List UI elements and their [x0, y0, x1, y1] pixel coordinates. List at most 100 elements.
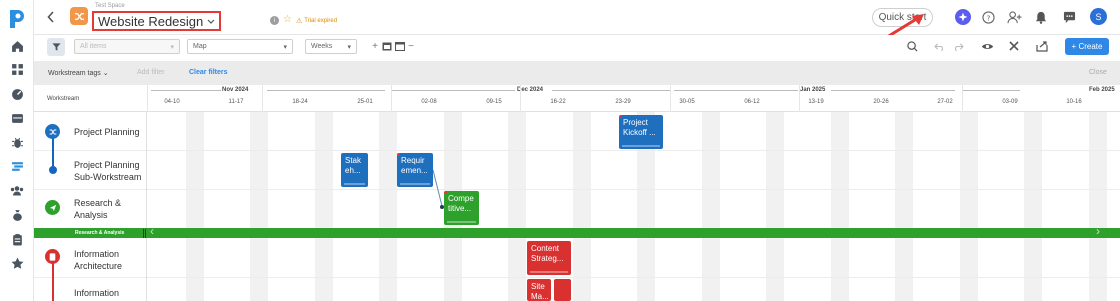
- week-label: 16-22: [550, 99, 566, 105]
- resize-handle-icon[interactable]: [143, 229, 146, 238]
- gauge-icon[interactable]: [9, 86, 25, 102]
- chevron-down-icon: [207, 12, 215, 30]
- star-icon[interactable]: [9, 255, 25, 271]
- filter-bar: Workstream tags ⌄ Add filter Clear filte…: [34, 61, 1120, 85]
- favorite-star-icon[interactable]: ☆: [283, 14, 292, 25]
- workstream-band: [34, 228, 1120, 238]
- view-select-value: Map: [193, 43, 207, 50]
- workstream-row-label[interactable]: Project Planning: [74, 126, 140, 138]
- chevron-down-icon: ▾: [170, 43, 174, 51]
- scroll-right-chevron-icon[interactable]: ›: [1096, 224, 1100, 238]
- user-avatar[interactable]: S: [1090, 8, 1107, 25]
- app-root: Test Space Website Redesign i ☆ ⚠ Trial e…: [0, 0, 1120, 301]
- create-button[interactable]: + Create: [1065, 38, 1109, 55]
- roadmap-icon[interactable]: [9, 158, 25, 174]
- view-select[interactable]: Map ▾: [187, 39, 293, 54]
- filter-toggle-button[interactable]: [47, 38, 65, 56]
- week-label: 03-09: [1002, 99, 1018, 105]
- add-filter-button[interactable]: Add filter: [137, 69, 165, 76]
- trial-status-text: Trial expired: [304, 18, 338, 24]
- workstream-tags-label: Workstream tags: [48, 70, 101, 77]
- items-select-value: All items: [80, 43, 107, 50]
- week-label: 25-01: [357, 99, 373, 105]
- task-card-label: Content Strateg...: [531, 244, 564, 263]
- clear-filters-button[interactable]: Clear filters: [189, 69, 228, 76]
- close-filter-bar-button[interactable]: Close: [1089, 69, 1107, 76]
- redo-icon[interactable]: [951, 39, 965, 53]
- workstream-tags-filter[interactable]: Workstream tags ⌄: [48, 69, 109, 77]
- zoom-out-icon[interactable]: −: [404, 39, 418, 53]
- warning-icon: ⚠: [296, 18, 303, 25]
- task-card[interactable]: Content Strateg...: [527, 241, 571, 275]
- visibility-eye-icon[interactable]: [980, 39, 994, 53]
- week-label: 18-24: [292, 99, 308, 105]
- week-label: 04-10: [164, 99, 180, 105]
- task-card-label: Stak eh...: [345, 156, 362, 175]
- week-label: 23-29: [615, 99, 631, 105]
- task-card-label: Requir emen...: [401, 156, 428, 175]
- task-card[interactable]: Stak eh...: [341, 153, 368, 187]
- dashboard-icon[interactable]: [9, 61, 25, 77]
- scale-select-value: Weeks: [311, 43, 333, 50]
- task-card[interactable]: Project Kickoff ...: [619, 115, 663, 149]
- week-label: 10-16: [1066, 99, 1082, 105]
- back-arrow-icon[interactable]: [44, 9, 58, 25]
- home-icon[interactable]: [9, 38, 25, 54]
- week-label: 27-02: [937, 99, 953, 105]
- help-icon[interactable]: ?: [980, 9, 996, 25]
- task-card[interactable]: Compe titive...: [444, 191, 479, 225]
- scroll-left-chevron-icon[interactable]: ‹: [150, 224, 154, 238]
- budget-icon[interactable]: [9, 207, 25, 223]
- week-label: 02-08: [421, 99, 437, 105]
- project-planning-node-icon: [45, 124, 60, 139]
- app-logo-icon[interactable]: [7, 8, 27, 30]
- clipboard-icon[interactable]: [9, 231, 25, 247]
- ai-assistant-icon[interactable]: [955, 9, 971, 25]
- project-title-selector[interactable]: Website Redesign: [92, 11, 222, 31]
- svg-text:?: ?: [986, 13, 990, 22]
- tools-icon[interactable]: [1007, 39, 1021, 53]
- workstream-row-label[interactable]: Project Planning Sub-Workstream: [74, 159, 146, 183]
- task-card-label: Compe titive...: [448, 194, 474, 213]
- chevron-down-icon: ⌄: [102, 70, 109, 77]
- undo-icon[interactable]: [932, 39, 946, 53]
- task-card[interactable]: Requir emen...: [397, 153, 433, 187]
- left-nav-rail: [0, 0, 34, 301]
- bug-icon[interactable]: [9, 134, 25, 150]
- notifications-bell-icon[interactable]: [1033, 9, 1049, 25]
- task-card-label: Site Ma...: [531, 282, 549, 301]
- week-label: 06-12: [744, 99, 760, 105]
- top-header: Test Space Website Redesign i ☆ ⚠ Trial e…: [34, 0, 1120, 35]
- timeline-header: Workstream Nov 2024 Dec 2024 Jan 2025 Fe…: [34, 85, 1120, 112]
- month-label: Nov 2024: [222, 87, 249, 93]
- task-card[interactable]: [554, 279, 571, 301]
- workstream-row-label[interactable]: Information Architecture: [74, 248, 142, 272]
- chevron-down-icon: ▾: [347, 43, 351, 51]
- send-plane-icon: [45, 200, 60, 215]
- search-icon[interactable]: [905, 39, 919, 53]
- today-calendar-icon[interactable]: [380, 39, 394, 53]
- month-label: Jan 2025: [800, 87, 826, 93]
- month-label: Feb 2025: [1089, 87, 1115, 93]
- share-export-icon[interactable]: [1035, 39, 1049, 53]
- workstream-row-label[interactable]: Information Architecture Sub-: [74, 287, 146, 301]
- workstream-row-label[interactable]: Research & Analysis: [74, 197, 134, 221]
- info-icon[interactable]: i: [270, 16, 279, 25]
- inbox-icon[interactable]: [9, 110, 25, 126]
- week-label: 13-19: [808, 99, 824, 105]
- task-card-label: Project Kickoff ...: [623, 118, 656, 137]
- view-toolbar: All items ▾ Map ▾ Weeks ▾ + − + Create: [34, 35, 1120, 59]
- items-select[interactable]: All items ▾: [74, 39, 180, 54]
- trial-status[interactable]: ⚠ Trial expired: [296, 17, 337, 25]
- scale-select[interactable]: Weeks ▾: [305, 39, 357, 54]
- week-label: 30-05: [679, 99, 695, 105]
- workstream-column-header: Workstream: [47, 96, 80, 102]
- task-card[interactable]: Site Ma...: [527, 279, 551, 301]
- add-user-icon[interactable]: [1006, 9, 1022, 25]
- chat-icon[interactable]: [1061, 9, 1077, 25]
- sub-workstream-node: [49, 166, 57, 174]
- shuffle-icon: [70, 7, 88, 25]
- team-icon[interactable]: [9, 182, 25, 198]
- band-label: Research & Analysis: [75, 230, 125, 236]
- week-label: 11-17: [228, 99, 244, 105]
